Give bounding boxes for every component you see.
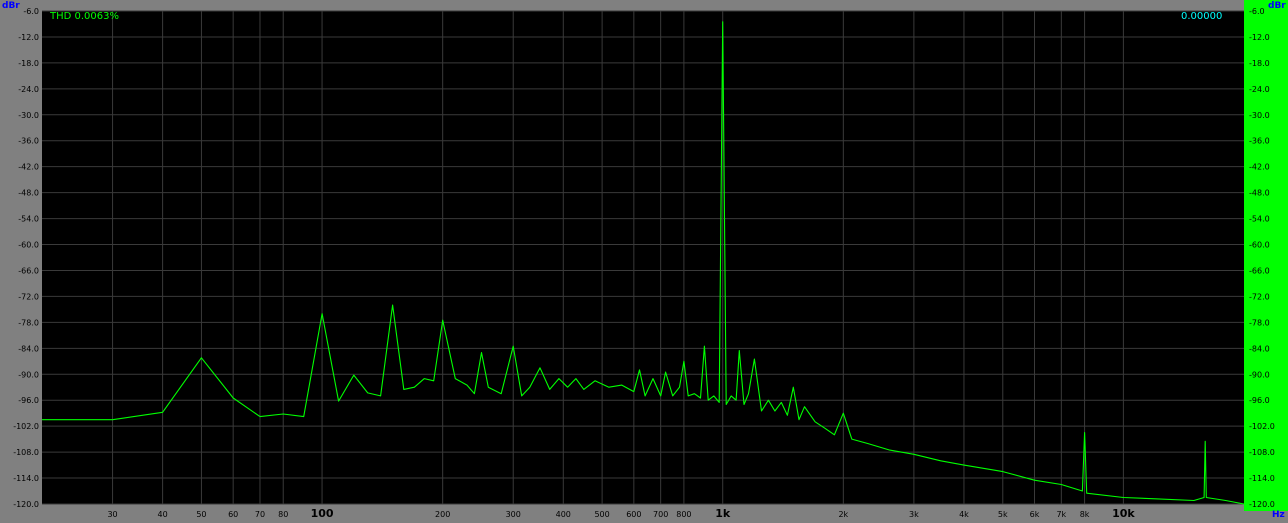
x-tick-label: 8k: [1080, 510, 1090, 519]
y-tick-label-left: -78.0: [18, 318, 39, 327]
x-tick-label: 600: [626, 510, 641, 519]
x-tick-label: 6k: [1030, 510, 1040, 519]
y-tick-label-left: -72.0: [18, 292, 39, 301]
y-tick-label-left: -24.0: [18, 85, 39, 94]
x-unit-label: Hz: [1272, 510, 1285, 520]
y-tick-label-right: -18.0: [1249, 59, 1270, 68]
plot-area: [42, 11, 1244, 504]
y-tick-label-left: -90.0: [18, 370, 39, 379]
y-tick-label-left: -42.0: [18, 163, 39, 172]
value-readout: 0.00000: [1181, 11, 1222, 22]
x-tick-label: 3k: [909, 510, 919, 519]
y-tick-label-left: -102.0: [13, 422, 39, 431]
y-tick-label-right: -120.0: [1249, 500, 1275, 509]
y-tick-label-right: -36.0: [1249, 137, 1270, 146]
y-tick-label-right: -108.0: [1249, 448, 1275, 457]
y-tick-label-left: -30.0: [18, 111, 39, 120]
y-tick-label-left: -60.0: [18, 241, 39, 250]
x-tick-label: 40: [158, 510, 168, 519]
right-unit-label: dBr: [1268, 1, 1286, 11]
x-tick-label: 5k: [998, 510, 1008, 519]
y-tick-label-right: -30.0: [1249, 111, 1270, 120]
y-tick-label-right: -60.0: [1249, 241, 1270, 250]
y-tick-label-left: -48.0: [18, 189, 39, 198]
x-tick-label: 300: [506, 510, 521, 519]
y-tick-label-right: -12.0: [1249, 33, 1270, 42]
x-tick-label: 80: [278, 510, 288, 519]
x-tick-label: 4k: [959, 510, 969, 519]
x-tick-label: 50: [196, 510, 206, 519]
x-tick-label: 2k: [838, 510, 848, 519]
x-tick-label: 700: [653, 510, 668, 519]
y-tick-label-right: -72.0: [1249, 292, 1270, 301]
x-tick-label: 200: [435, 510, 450, 519]
left-unit-label: dBr: [2, 1, 20, 11]
y-tick-label-right: -54.0: [1249, 215, 1270, 224]
y-tick-label-right: -102.0: [1249, 422, 1275, 431]
x-tick-label: 10k: [1112, 507, 1135, 520]
y-tick-label-right: -42.0: [1249, 163, 1270, 172]
y-tick-label-left: -66.0: [18, 266, 39, 275]
y-tick-label-left: -120.0: [13, 500, 39, 509]
y-tick-label-left: -36.0: [18, 137, 39, 146]
y-tick-label-left: -114.0: [13, 474, 39, 483]
x-tick-label: 70: [255, 510, 265, 519]
x-tick-label: 7k: [1056, 510, 1066, 519]
y-tick-label-right: -84.0: [1249, 344, 1270, 353]
x-tick-label: 800: [676, 510, 691, 519]
y-tick-label-left: -108.0: [13, 448, 39, 457]
y-tick-label-left: -12.0: [18, 33, 39, 42]
y-tick-label-left: -54.0: [18, 215, 39, 224]
thd-readout: THD 0.0063%: [49, 11, 119, 22]
y-tick-label-left: -84.0: [18, 344, 39, 353]
y-tick-label-left: -18.0: [18, 59, 39, 68]
spectrum-chart: -6.0 -12.0 -18.0 -24.0 -30.0 -36.0 -42.0 -48.0 -…: [0, 0, 1288, 523]
y-tick-label-right: -24.0: [1249, 85, 1270, 94]
y-tick-label-left: -6.0: [23, 7, 39, 16]
x-tick-label: 500: [594, 510, 609, 519]
y-tick-label-right: -90.0: [1249, 370, 1270, 379]
y-tick-label-right: -114.0: [1249, 474, 1275, 483]
y-tick-label-right: -6.0: [1249, 7, 1265, 16]
y-tick-label-right: -48.0: [1249, 189, 1270, 198]
x-tick-label: 100: [311, 507, 334, 520]
right-axis-panel: [1244, 0, 1288, 511]
x-tick-label: 1k: [715, 507, 731, 520]
x-tick-label: 400: [556, 510, 571, 519]
y-tick-label-right: -66.0: [1249, 266, 1270, 275]
x-tick-label: 30: [107, 510, 117, 519]
x-tick-label: 60: [228, 510, 238, 519]
y-tick-label-right: -78.0: [1249, 318, 1270, 327]
y-tick-label-left: -96.0: [18, 396, 39, 405]
y-tick-label-right: -96.0: [1249, 396, 1270, 405]
